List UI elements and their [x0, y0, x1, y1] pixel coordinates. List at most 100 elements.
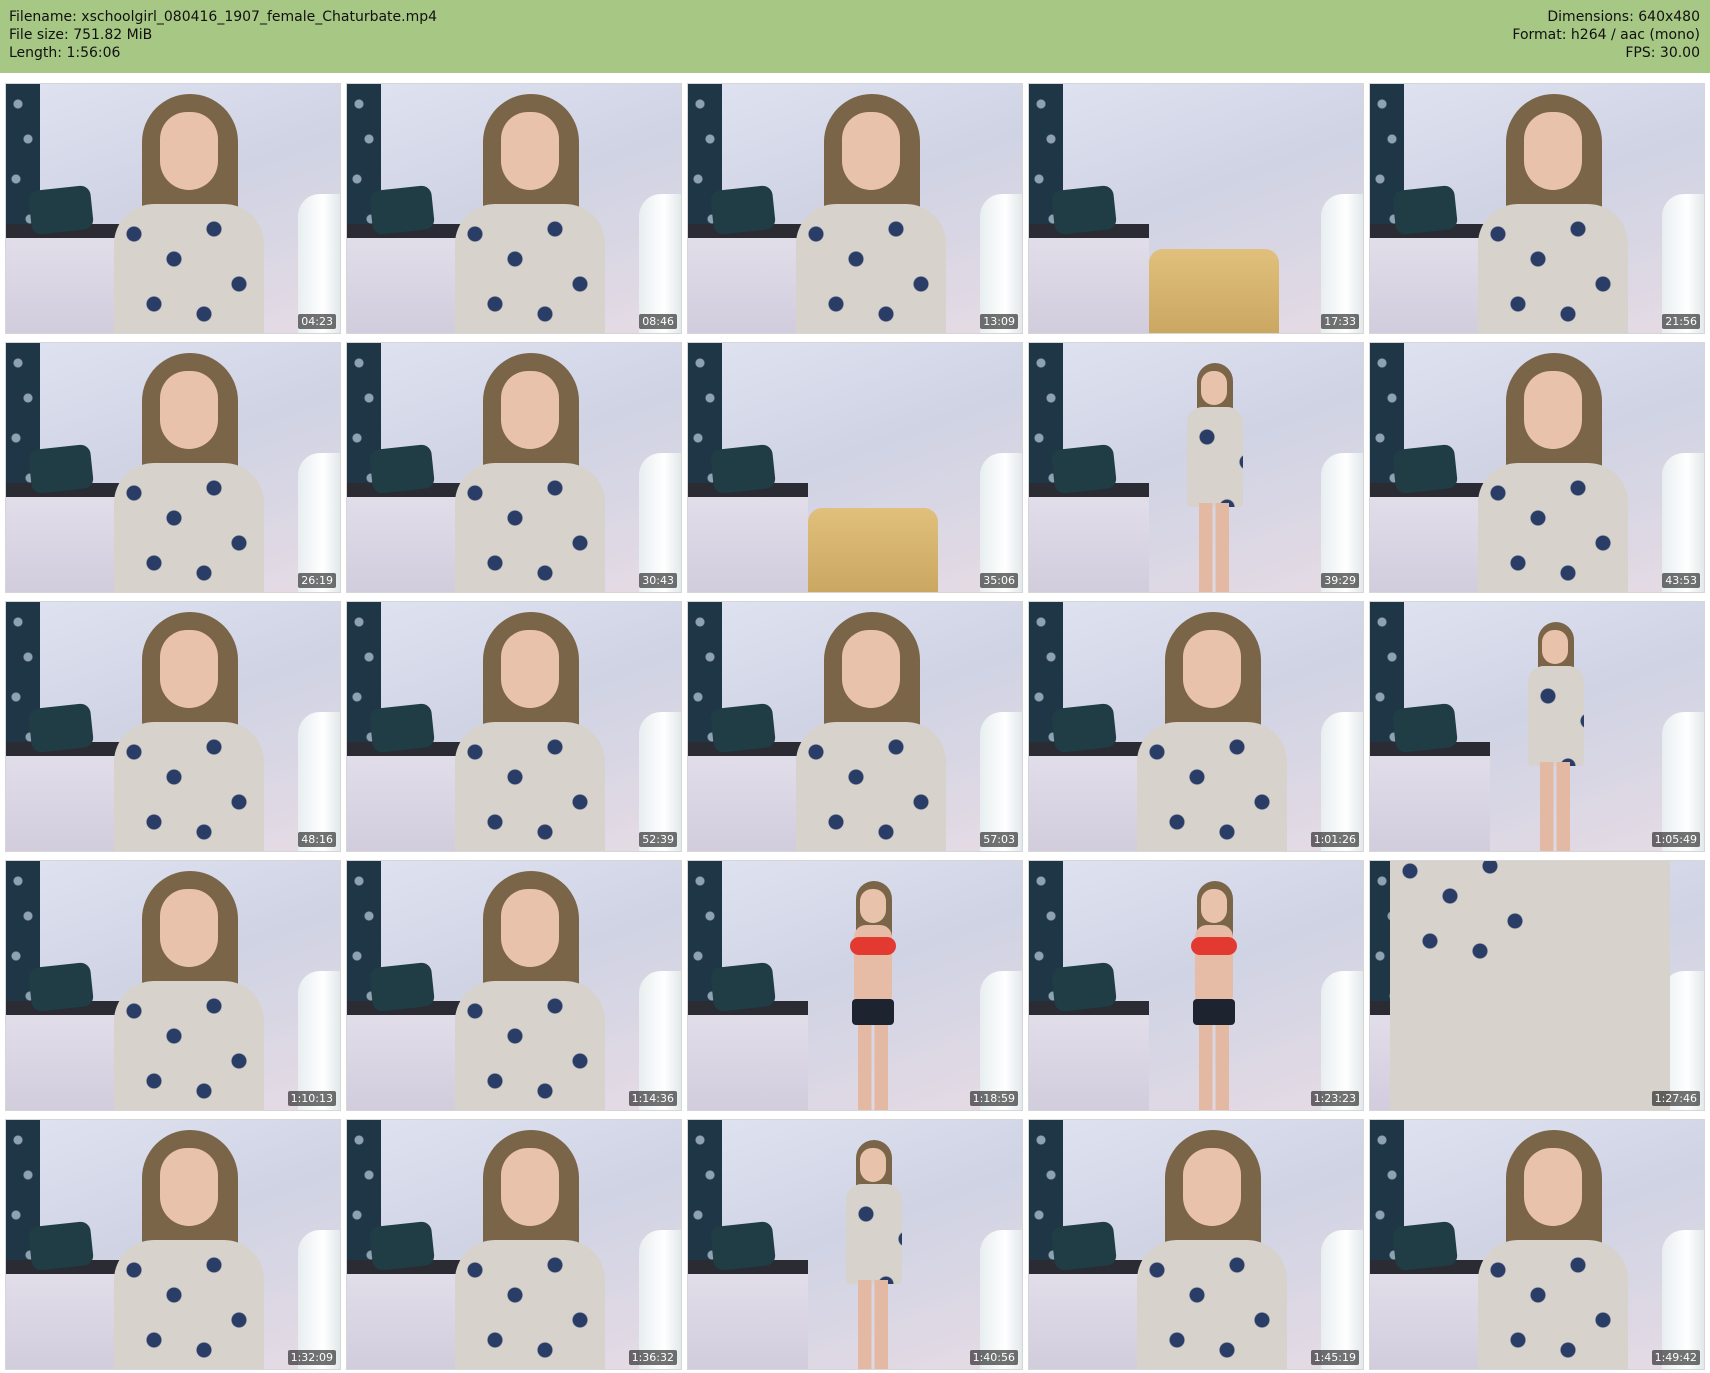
video-thumbnail: 1:49:42: [1369, 1119, 1705, 1370]
thumbnail-timestamp: 21:56: [1662, 314, 1700, 329]
chair-w-shape: [1321, 712, 1363, 851]
video-thumbnail: 1:40:56: [687, 1119, 1023, 1370]
video-thumbnail: 52:39: [346, 601, 682, 852]
bed-shape: [688, 1001, 808, 1110]
bed-shape: [1029, 224, 1149, 333]
chair-w-shape: [980, 712, 1022, 851]
person-legs: [858, 1280, 888, 1369]
video-thumbnail: 1:36:32: [346, 1119, 682, 1370]
thumbnail-frame: [6, 861, 340, 1110]
person-shirt: [114, 1240, 264, 1369]
video-thumbnail: 17:33: [1028, 83, 1364, 334]
person-face: [160, 112, 218, 190]
thumbnail-frame: [6, 84, 340, 333]
person-face: [1183, 630, 1241, 708]
person-figure: [838, 1140, 908, 1369]
chair-w-shape: [298, 453, 340, 592]
chair-w-shape: [298, 194, 340, 333]
info-left: Filename: xschoolgirl_080416_1907_female…: [9, 8, 437, 62]
pillow-shape: [1391, 443, 1459, 495]
info-header: Filename: xschoolgirl_080416_1907_female…: [0, 0, 1710, 73]
chair-w-shape: [980, 453, 1022, 592]
chair-w-shape: [639, 453, 681, 592]
person-face: [1201, 371, 1227, 405]
person-face: [1201, 889, 1227, 923]
chair-w-shape: [1662, 712, 1704, 851]
person-figure: [838, 881, 908, 1110]
thumbnail-frame: [347, 84, 681, 333]
thumbnail-frame: [347, 1120, 681, 1369]
person-figure: [1520, 622, 1590, 851]
bed-shape: [347, 1001, 467, 1110]
person-figure: [1137, 1130, 1287, 1369]
person-shirt: [455, 1240, 605, 1369]
video-thumbnail: 13:09: [687, 83, 1023, 334]
thumbnail-timestamp: 1:23:23: [1310, 1091, 1359, 1106]
pillow-shape: [1391, 702, 1459, 754]
video-thumbnail: 04:23: [5, 83, 341, 334]
person-shirt: [1528, 666, 1584, 766]
pillow-shape: [368, 1220, 436, 1272]
person-shirt: [114, 981, 264, 1110]
thumbnail-frame: [1370, 602, 1704, 851]
pillow-shape: [1391, 184, 1459, 236]
chair-w-shape: [1662, 194, 1704, 333]
chair-w-shape: [1662, 1230, 1704, 1369]
bed-shape: [688, 742, 808, 851]
thumbnail-frame: [1029, 861, 1363, 1110]
person-face: [1524, 112, 1582, 190]
person-shirt: [114, 204, 264, 333]
thumbnail-timestamp: 1:27:46: [1651, 1091, 1700, 1106]
video-thumbnail: 1:18:59: [687, 860, 1023, 1111]
person-face: [1183, 1148, 1241, 1226]
yellow-chair-shape: [1149, 249, 1279, 333]
person-legs: [1199, 503, 1229, 592]
video-thumbnail: 26:19: [5, 342, 341, 593]
chair-w-shape: [1321, 453, 1363, 592]
chair-w-shape: [1321, 194, 1363, 333]
thumbnail-timestamp: 1:14:36: [628, 1091, 677, 1106]
thumbnail-frame: [6, 343, 340, 592]
video-thumbnail: 1:10:13: [5, 860, 341, 1111]
pillow-shape: [1050, 702, 1118, 754]
pillow-shape: [709, 1220, 777, 1272]
pillow-shape: [1050, 1220, 1118, 1272]
thumbnail-timestamp: 17:33: [1321, 314, 1359, 329]
pillow-shape: [368, 443, 436, 495]
person-face: [860, 889, 886, 923]
thumbnail-frame: [347, 343, 681, 592]
person-shorts: [852, 999, 894, 1025]
thumbnail-frame: [688, 343, 1022, 592]
thumbnail-timestamp: 30:43: [639, 573, 677, 588]
person-shirt: [1187, 407, 1243, 507]
bed-shape: [1370, 1260, 1490, 1369]
person-figure: [1478, 1130, 1628, 1369]
person-figure: [114, 871, 264, 1110]
pillow-shape: [27, 443, 95, 495]
person-face: [160, 1148, 218, 1226]
video-thumbnail: 1:27:46: [1369, 860, 1705, 1111]
pillow-shape: [27, 1220, 95, 1272]
thumbnail-frame: [6, 1120, 340, 1369]
pillow-shape: [1050, 443, 1118, 495]
video-thumbnail: 1:32:09: [5, 1119, 341, 1370]
bed-shape: [1370, 483, 1490, 592]
person-shirt: [114, 463, 264, 592]
thumbnail-timestamp: 1:49:42: [1651, 1350, 1700, 1365]
thumbnail-frame: [1029, 343, 1363, 592]
person-shirt: [846, 1184, 902, 1284]
person-figure: [455, 94, 605, 333]
person-shorts: [1193, 999, 1235, 1025]
person-shirt: [1478, 463, 1628, 592]
bed-shape: [347, 483, 467, 592]
video-thumbnail: 30:43: [346, 342, 682, 593]
pillow-shape: [368, 184, 436, 236]
person-shirt: [1137, 1240, 1287, 1369]
thumbnail-timestamp: 52:39: [639, 832, 677, 847]
pillow-shape: [1391, 1220, 1459, 1272]
chair-w-shape: [298, 971, 340, 1110]
person-figure: [114, 1130, 264, 1369]
person-figure: [455, 871, 605, 1110]
pillow-shape: [27, 961, 95, 1013]
person-figure: [796, 612, 946, 851]
